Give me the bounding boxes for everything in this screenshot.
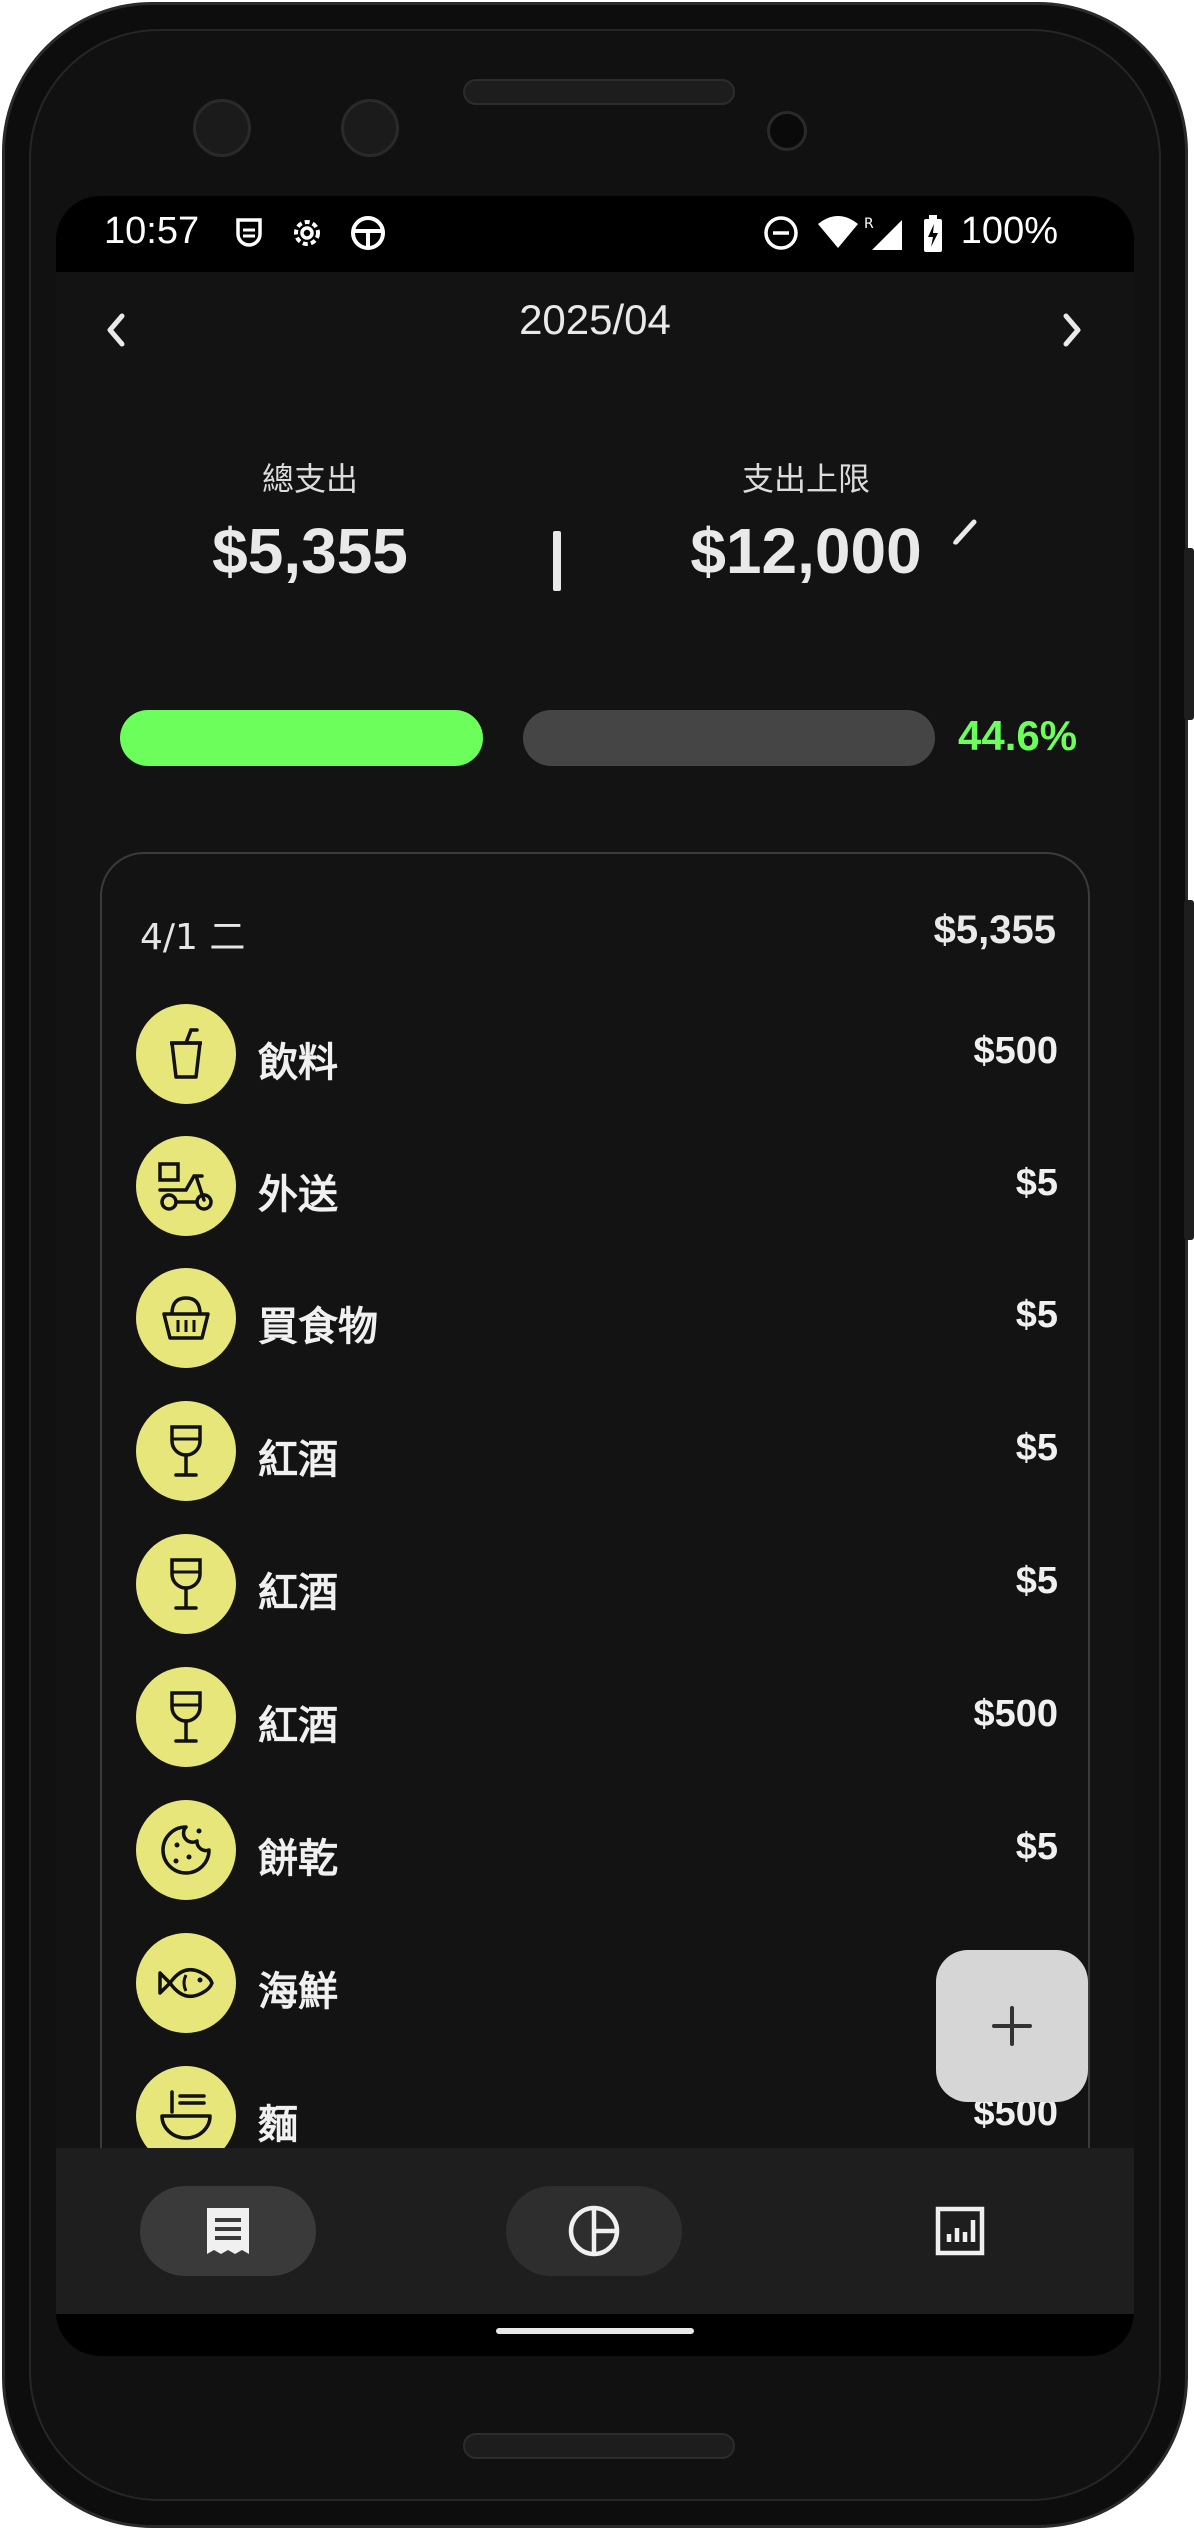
- tab-records[interactable]: [140, 2186, 316, 2276]
- scooter-delivery-icon: [158, 1162, 213, 1211]
- app-screen: 10:57 R 100% 2025/04 總支出 $5,355 支出上限 $12…: [56, 196, 1134, 2356]
- wine-glass-icon: [170, 1425, 202, 1477]
- budget-progress-percent: 44.6%: [958, 712, 1078, 759]
- fish-icon: [158, 1967, 214, 1999]
- cell-signal-icon: R: [864, 216, 902, 250]
- tab-bar-statistics[interactable]: [872, 2186, 1048, 2276]
- spending-limit-value[interactable]: $12,000: [606, 514, 1006, 588]
- expense-category-name: 餅乾: [258, 1836, 338, 1882]
- category-icon-circle: [136, 1800, 236, 1900]
- volume-button: [1184, 900, 1194, 1240]
- steering-wheel-icon: [351, 216, 385, 250]
- day-total: $5,355: [933, 908, 1056, 952]
- expense-category-name: 外送: [258, 1172, 338, 1218]
- bar-chart-icon: [935, 2206, 985, 2256]
- category-icon-circle: [136, 1933, 236, 2033]
- expense-row[interactable]: 飲料 $500: [136, 1004, 1062, 1112]
- month-header: 2025/04: [56, 272, 1134, 382]
- do-not-disturb-icon: [764, 216, 798, 250]
- expense-amount: $5: [1015, 1162, 1058, 1204]
- edit-pencil-icon[interactable]: [952, 516, 980, 546]
- summary-divider: [553, 531, 561, 591]
- expense-row[interactable]: 海鮮: [136, 1933, 1062, 2041]
- chevron-right-icon[interactable]: [1054, 310, 1088, 350]
- bottom-navigation: [56, 2148, 1134, 2314]
- gesture-area: [56, 2314, 1134, 2356]
- day-date-label: 4/1 二: [140, 917, 246, 958]
- expense-row[interactable]: 買食物 $5: [136, 1268, 1062, 1376]
- front-camera-left: [193, 99, 251, 157]
- receipt-icon: [207, 2208, 249, 2254]
- home-gesture-bar[interactable]: [496, 2328, 694, 2334]
- total-spending-value: $5,355: [212, 515, 408, 587]
- expense-amount: $5: [1015, 1294, 1058, 1336]
- expense-amount: $5: [1015, 1560, 1058, 1602]
- battery-percent: 100%: [960, 210, 1058, 252]
- expense-category-name: 紅酒: [258, 1437, 338, 1483]
- front-camera-right: [341, 99, 399, 157]
- noodle-bowl-icon: [160, 2090, 212, 2140]
- expense-amount: $500: [973, 1030, 1058, 1072]
- basket-icon: [162, 1296, 210, 1340]
- wine-glass-icon: [170, 1691, 202, 1743]
- proximity-sensor: [767, 111, 807, 151]
- expense-amount: $500: [973, 1693, 1058, 1735]
- expense-row[interactable]: 紅酒 $500: [136, 1667, 1062, 1775]
- budget-progress-fill: [120, 710, 483, 766]
- bottom-speaker: [463, 2433, 735, 2459]
- month-title: 2025/04: [519, 296, 671, 343]
- settings-gear-icon: [294, 220, 320, 246]
- pie-chart-icon: [568, 2205, 620, 2257]
- category-icon-circle: [136, 1136, 236, 1236]
- spending-limit-label: 支出上限: [741, 460, 870, 498]
- status-bar: 10:57 R 100%: [56, 196, 1134, 272]
- status-time: 10:57: [104, 210, 200, 252]
- plus-icon: [992, 2006, 1032, 2046]
- expense-row[interactable]: 紅酒 $5: [136, 1534, 1062, 1642]
- expense-category-name: 紅酒: [258, 1703, 338, 1749]
- category-icon-circle: [136, 1268, 236, 1368]
- expense-row[interactable]: 外送 $5: [136, 1136, 1062, 1244]
- budget-progress-track: [523, 710, 935, 766]
- shield-notification-icon: [236, 218, 262, 247]
- expense-category-name: 麵: [258, 2102, 298, 2148]
- category-icon-circle: [136, 1534, 236, 1634]
- power-button: [1184, 548, 1194, 720]
- battery-charging-icon: [924, 215, 942, 252]
- expense-row[interactable]: 紅酒 $5: [136, 1401, 1062, 1509]
- wifi-icon: [818, 216, 858, 248]
- tab-pie-analysis[interactable]: [506, 2186, 682, 2276]
- cup-icon: [170, 1028, 202, 1079]
- expense-amount: $5: [1015, 1826, 1058, 1868]
- category-icon-circle: [136, 1401, 236, 1501]
- total-spending-label: 總支出: [261, 460, 358, 498]
- expense-row[interactable]: 餅乾 $5: [136, 1800, 1062, 1908]
- expense-category-name: 海鮮: [258, 1969, 338, 2015]
- top-speaker: [463, 79, 735, 105]
- expense-category-name: 飲料: [258, 1040, 338, 1086]
- expense-amount: $5: [1015, 1427, 1058, 1469]
- expense-category-name: 買食物: [258, 1304, 378, 1350]
- add-expense-button[interactable]: [936, 1950, 1088, 2102]
- svg-text:R: R: [864, 216, 874, 232]
- wine-glass-icon: [170, 1558, 202, 1610]
- category-icon-circle: [136, 1004, 236, 1104]
- expense-category-name: 紅酒: [258, 1570, 338, 1616]
- cookie-icon: [161, 1825, 211, 1875]
- category-icon-circle: [136, 1667, 236, 1767]
